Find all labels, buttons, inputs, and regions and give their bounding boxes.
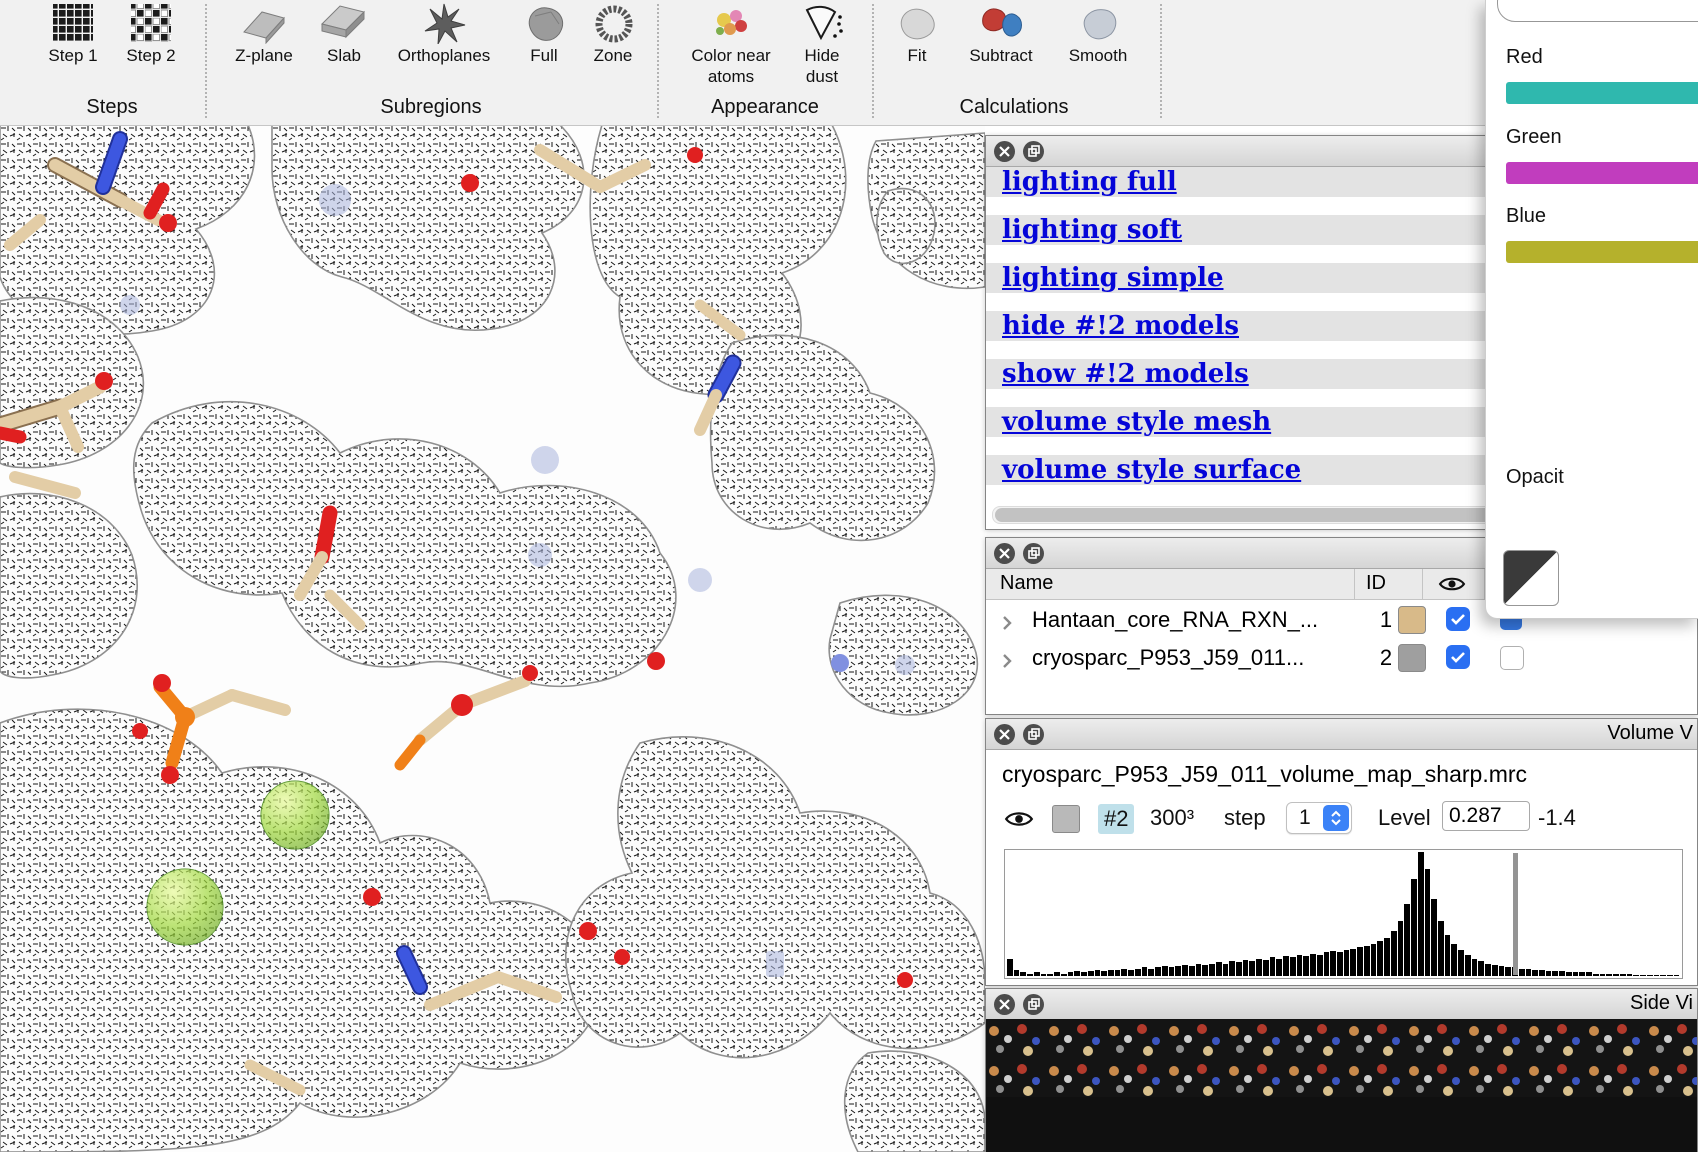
- toolbar-separator: [205, 4, 207, 118]
- volume-controls: #2 300³ step 1 Level -1.4: [986, 801, 1697, 837]
- subtract-icon: [977, 0, 1025, 44]
- toolbar-button-hide-dust[interactable]: Hide dust: [790, 0, 854, 87]
- toolbar-separator: [872, 4, 874, 118]
- slab-icon: [320, 0, 368, 44]
- step-value: 1: [1299, 806, 1311, 830]
- volume-model-id: #2: [1098, 804, 1134, 834]
- rgb-mode-button[interactable]: [1497, 0, 1698, 22]
- undock-icon[interactable]: [1023, 994, 1044, 1015]
- plane-icon: [240, 0, 288, 44]
- toolbar-button-color-near-atoms[interactable]: Color near atoms: [676, 0, 786, 87]
- toolbar-separator: [1160, 4, 1162, 118]
- volume-viewer-panel: Volume V cryosparc_P953_J59_011_volume_m…: [985, 718, 1698, 986]
- green-channel-slider[interactable]: [1506, 162, 1698, 184]
- volume-viewer-titlebar[interactable]: Volume V: [986, 719, 1697, 750]
- section-label-steps: Steps: [32, 96, 192, 119]
- side-view-render[interactable]: [986, 1019, 1697, 1152]
- id-column-header[interactable]: ID: [1366, 572, 1386, 595]
- fit-icon: [894, 0, 940, 44]
- model-color-swatch[interactable]: [1398, 606, 1426, 634]
- section-label-subregions: Subregions: [331, 96, 531, 119]
- toolbar-button-slab[interactable]: Slab: [306, 0, 382, 66]
- toolbar-button-step-1[interactable]: Step 1: [31, 0, 115, 66]
- undock-icon[interactable]: [1023, 724, 1044, 745]
- histogram-marker[interactable]: [1513, 853, 1518, 975]
- undock-icon[interactable]: [1023, 543, 1044, 564]
- red-channel-slider[interactable]: [1506, 82, 1698, 104]
- side-view-panel: Side Vi: [985, 988, 1698, 1152]
- chimerax-window: Step 1 Step 2 Z-plane Slab Orthoplanes: [0, 0, 1698, 1152]
- model-name: Hantaan_core_RNA_RXN_...: [1032, 607, 1318, 633]
- grid-size: 300³: [1150, 805, 1194, 831]
- toolbar-button-zone[interactable]: Zone: [578, 0, 648, 66]
- blue-channel-slider[interactable]: [1506, 241, 1698, 263]
- level-input[interactable]: [1442, 801, 1530, 831]
- hide-dust-icon: [799, 0, 845, 44]
- panel-title: Side Vi: [1630, 992, 1693, 1015]
- shown-eye-icon[interactable]: [1004, 809, 1034, 834]
- orthoplanes-icon: [421, 0, 467, 44]
- ribbon-toolbar: Step 1 Step 2 Z-plane Slab Orthoplanes: [0, 0, 1698, 126]
- graphics-viewport[interactable]: [0, 125, 985, 1152]
- model-name: cryosparc_P953_J59_011...: [1032, 645, 1304, 671]
- histogram-bars: [1007, 852, 1680, 976]
- name-column-header[interactable]: Name: [1000, 572, 1053, 595]
- step-label: step: [1224, 805, 1266, 831]
- side-view-titlebar[interactable]: Side Vi: [986, 989, 1697, 1020]
- volume-filename: cryosparc_P953_J59_011_volume_map_sharp.…: [1002, 761, 1527, 788]
- range-min-value: -1.4: [1538, 805, 1576, 831]
- opacity-label: Opacit: [1506, 466, 1564, 489]
- column-divider: [1354, 569, 1355, 599]
- undock-icon[interactable]: [1023, 141, 1044, 162]
- blue-channel-label: Blue: [1506, 205, 1546, 228]
- color-preview-swatch[interactable]: [1503, 550, 1559, 606]
- step-select[interactable]: 1: [1286, 802, 1352, 834]
- mesh-blobs: [0, 125, 985, 1152]
- grid-full-icon: [51, 0, 95, 44]
- toolbar-button-full[interactable]: Full: [504, 0, 584, 66]
- zone-icon: [590, 0, 636, 44]
- section-label-calculations: Calculations: [914, 96, 1114, 119]
- red-channel-label: Red: [1506, 46, 1543, 69]
- close-icon[interactable]: [994, 724, 1015, 745]
- shown-eye-icon[interactable]: [1438, 575, 1466, 599]
- selection-indicator[interactable]: [1500, 646, 1524, 670]
- column-divider: [1422, 569, 1423, 599]
- chevron-up-down-icon: [1323, 805, 1349, 831]
- table-row[interactable]: cryosparc_P953_J59_011... 2: [986, 638, 1697, 676]
- section-label-appearance: Appearance: [665, 96, 865, 119]
- shown-checkbox[interactable]: [1446, 607, 1470, 631]
- density-map-scene: [0, 125, 985, 1152]
- close-icon[interactable]: [994, 994, 1015, 1015]
- level-label: Level: [1378, 805, 1431, 831]
- disclosure-chevron-icon[interactable]: [1002, 649, 1012, 675]
- panel-title: Volume V: [1607, 722, 1693, 745]
- green-channel-label: Green: [1506, 126, 1562, 149]
- toolbar-button-fit[interactable]: Fit: [885, 0, 949, 66]
- color-editor-panel: Red Green Blue Opacit: [1485, 0, 1698, 619]
- toolbar-button-orthoplanes[interactable]: Orthoplanes: [389, 0, 499, 66]
- model-color-swatch[interactable]: [1398, 644, 1426, 672]
- toolbar-button-subtract[interactable]: Subtract: [951, 0, 1051, 66]
- volume-color-swatch[interactable]: [1052, 805, 1080, 833]
- full-volume-icon: [521, 0, 567, 44]
- color-near-atoms-icon: [710, 0, 752, 44]
- toolbar-button-step-2[interactable]: Step 2: [109, 0, 193, 66]
- toolbar-button-smooth[interactable]: Smooth: [1053, 0, 1143, 66]
- toolbar-button-z-plane[interactable]: Z-plane: [222, 0, 306, 66]
- smooth-icon: [1075, 0, 1121, 44]
- close-icon[interactable]: [994, 543, 1015, 564]
- disclosure-chevron-icon[interactable]: [1002, 611, 1012, 637]
- volume-histogram[interactable]: [1004, 849, 1683, 979]
- shown-checkbox[interactable]: [1446, 645, 1470, 669]
- grid-partial-icon: [129, 0, 173, 44]
- close-icon[interactable]: [994, 141, 1015, 162]
- toolbar-separator: [657, 4, 659, 118]
